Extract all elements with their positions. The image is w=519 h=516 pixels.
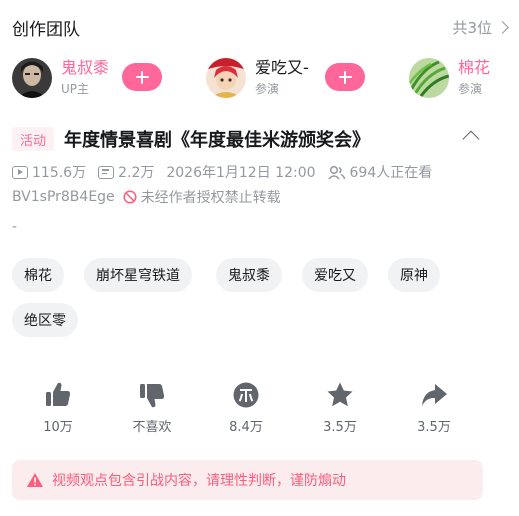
coin-button[interactable]: 8.4万 [216,380,276,435]
favorite-count: 3.5万 [323,420,357,435]
tag-chip[interactable]: 崩坏星穹铁道 [84,258,192,292]
danmaku-count-value: 2.2万 [118,165,155,181]
watching-count: 694人正在看 [327,162,433,182]
video-stats: 115.6万 2.2万 2026年1月12日 12:00 694人正在看 [12,162,444,182]
team-count-label: 共3位 [452,18,492,37]
creator-role: 参演 [458,82,483,96]
tag-chip[interactable]: 鬼叔黍 [216,258,282,292]
view-count: 115.6万 [12,162,86,182]
portrait-avatar[interactable] [12,58,52,98]
publish-datetime: 2026年1月12日 12:00 [166,165,316,181]
view-count-value: 115.6万 [32,165,87,181]
share-button[interactable]: 3.5万 [404,380,464,435]
creator-item[interactable]: 鬼叔黍 UP主 [12,55,109,101]
no-entry-icon [123,190,137,204]
bvid[interactable]: BV1sPr8B4Ege [12,189,115,205]
thumbs-down-icon [140,384,165,408]
follow-button[interactable] [325,63,365,91]
share-count: 3.5万 [417,420,451,435]
danmaku-icon [98,165,115,179]
creator-name[interactable]: 鬼叔黍 [61,58,109,78]
video-title-row: 活动 年度情景喜剧《年度最佳米游颁奖会》 [12,124,507,154]
chevron-right-icon [496,20,509,34]
warning-icon [27,473,43,487]
creator-name[interactable]: 爱吃又- [255,58,309,78]
star-icon [327,382,353,407]
thumbs-up-icon [46,382,71,406]
action-bar: 10万 不喜欢 8.4万 3.5万 3.5万 [12,380,492,440]
creator-name[interactable]: 棉花 [458,58,490,78]
dislike-label: 不喜欢 [132,420,172,435]
team-header: 创作团队 共3位 [12,14,509,40]
creator-list: 鬼叔黍 UP主 爱吃又- 参演 棉花 参演 [12,55,519,101]
character-avatar[interactable] [206,58,246,98]
watching-count-value: 694人正在看 [349,165,433,181]
event-badge[interactable]: 活动 [12,127,55,151]
copyright-notice: 未经作者授权禁止转载 [140,190,281,206]
video-title: 年度情景喜剧《年度最佳米游颁奖会》 [64,130,371,151]
play-count-icon [12,165,28,179]
share-icon [422,384,447,406]
creator-item[interactable]: 棉花 参演 [409,55,490,101]
tag-chip[interactable]: 原神 [388,258,440,292]
like-button[interactable]: 10万 [28,380,88,435]
tag-chip[interactable]: 绝区零 [12,303,78,337]
coin-icon [233,382,259,408]
warning-notice: 视频观点包含引战内容，请理性判断，谨防煽动 [12,460,483,500]
follow-button[interactable] [122,63,162,91]
creator-item[interactable]: 爱吃又- 参演 [206,55,309,101]
video-description: - [12,219,18,235]
people-icon [327,165,345,180]
video-id-row: BV1sPr8B4Ege 未经作者授权禁止转载 [12,187,281,207]
creator-role: 参演 [255,82,280,96]
team-title: 创作团队 [12,19,80,40]
dislike-button[interactable]: 不喜欢 [122,380,182,435]
coin-count: 8.4万 [229,420,263,435]
creator-role: UP主 [61,82,90,96]
danmaku-count: 2.2万 [98,162,154,182]
tag-chip[interactable]: 爱吃又 [302,258,368,292]
plus-icon [135,70,149,84]
green-vegetable-avatar[interactable] [409,58,449,98]
tag-chip[interactable]: 棉花 [12,258,64,292]
team-count-link[interactable]: 共3位 [452,17,509,38]
like-count: 10万 [43,420,73,435]
plus-icon [338,70,352,84]
favorite-button[interactable]: 3.5万 [310,380,370,435]
warning-text: 视频观点包含引战内容，请理性判断，谨防煽动 [52,473,346,489]
